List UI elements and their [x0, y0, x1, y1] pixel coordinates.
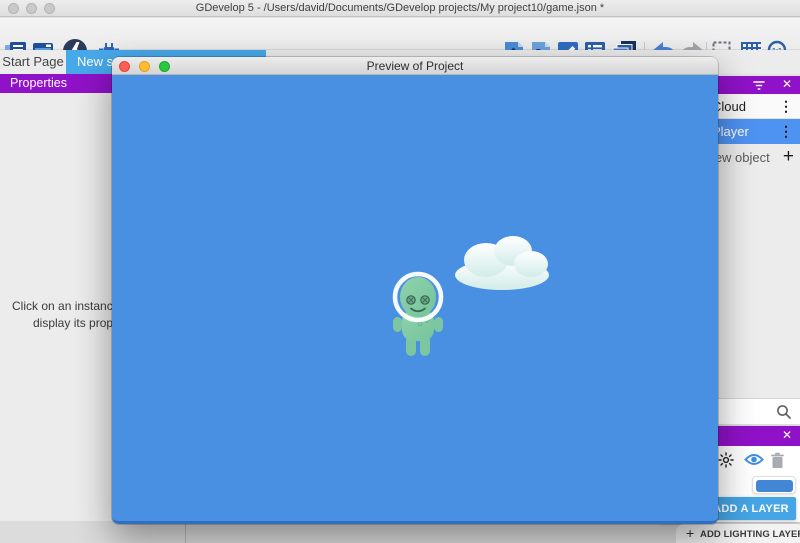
macos-titlebar: GDevelop 5 - /Users/david/Documents/GDev…: [0, 0, 800, 17]
lighting-icon[interactable]: [718, 452, 734, 473]
search-icon: [776, 404, 792, 425]
tab-start-page[interactable]: Start Page: [0, 50, 66, 74]
preview-title: Preview of Project: [112, 59, 718, 73]
window-title: GDevelop 5 - /Users/david/Documents/GDev…: [0, 2, 800, 14]
add-layer-button[interactable]: ADD A LAYER: [706, 497, 796, 520]
close-icon[interactable]: ✕: [782, 77, 792, 91]
layer-inline-button-fill: [756, 480, 793, 492]
preview-window: Preview of Project: [112, 57, 718, 524]
main-toolbar: 1:1: [0, 18, 800, 50]
layer-inline-button[interactable]: [752, 476, 796, 494]
player-sprite: [390, 270, 448, 371]
add-icon: +: [783, 144, 794, 169]
gdevelop-window: GDevelop 5 - /Users/david/Documents/GDev…: [0, 0, 800, 543]
add-icon: +: [686, 525, 694, 541]
object-menu-icon[interactable]: ⋮: [779, 119, 793, 144]
close-icon[interactable]: ✕: [782, 428, 792, 442]
panel-divider: [185, 524, 186, 543]
game-canvas[interactable]: [112, 75, 718, 524]
visibility-eye-icon[interactable]: [744, 452, 764, 472]
object-menu-icon[interactable]: ⋮: [779, 94, 793, 119]
cloud-sprite: [452, 233, 556, 296]
trash-icon[interactable]: [770, 452, 785, 474]
properties-empty-message: display its prop: [33, 316, 113, 330]
add-lighting-layer-button[interactable]: + ADD LIGHTING LAYER: [676, 524, 800, 543]
add-lighting-layer-label: ADD LIGHTING LAYER: [700, 529, 800, 540]
preview-titlebar: Preview of Project: [112, 57, 718, 75]
